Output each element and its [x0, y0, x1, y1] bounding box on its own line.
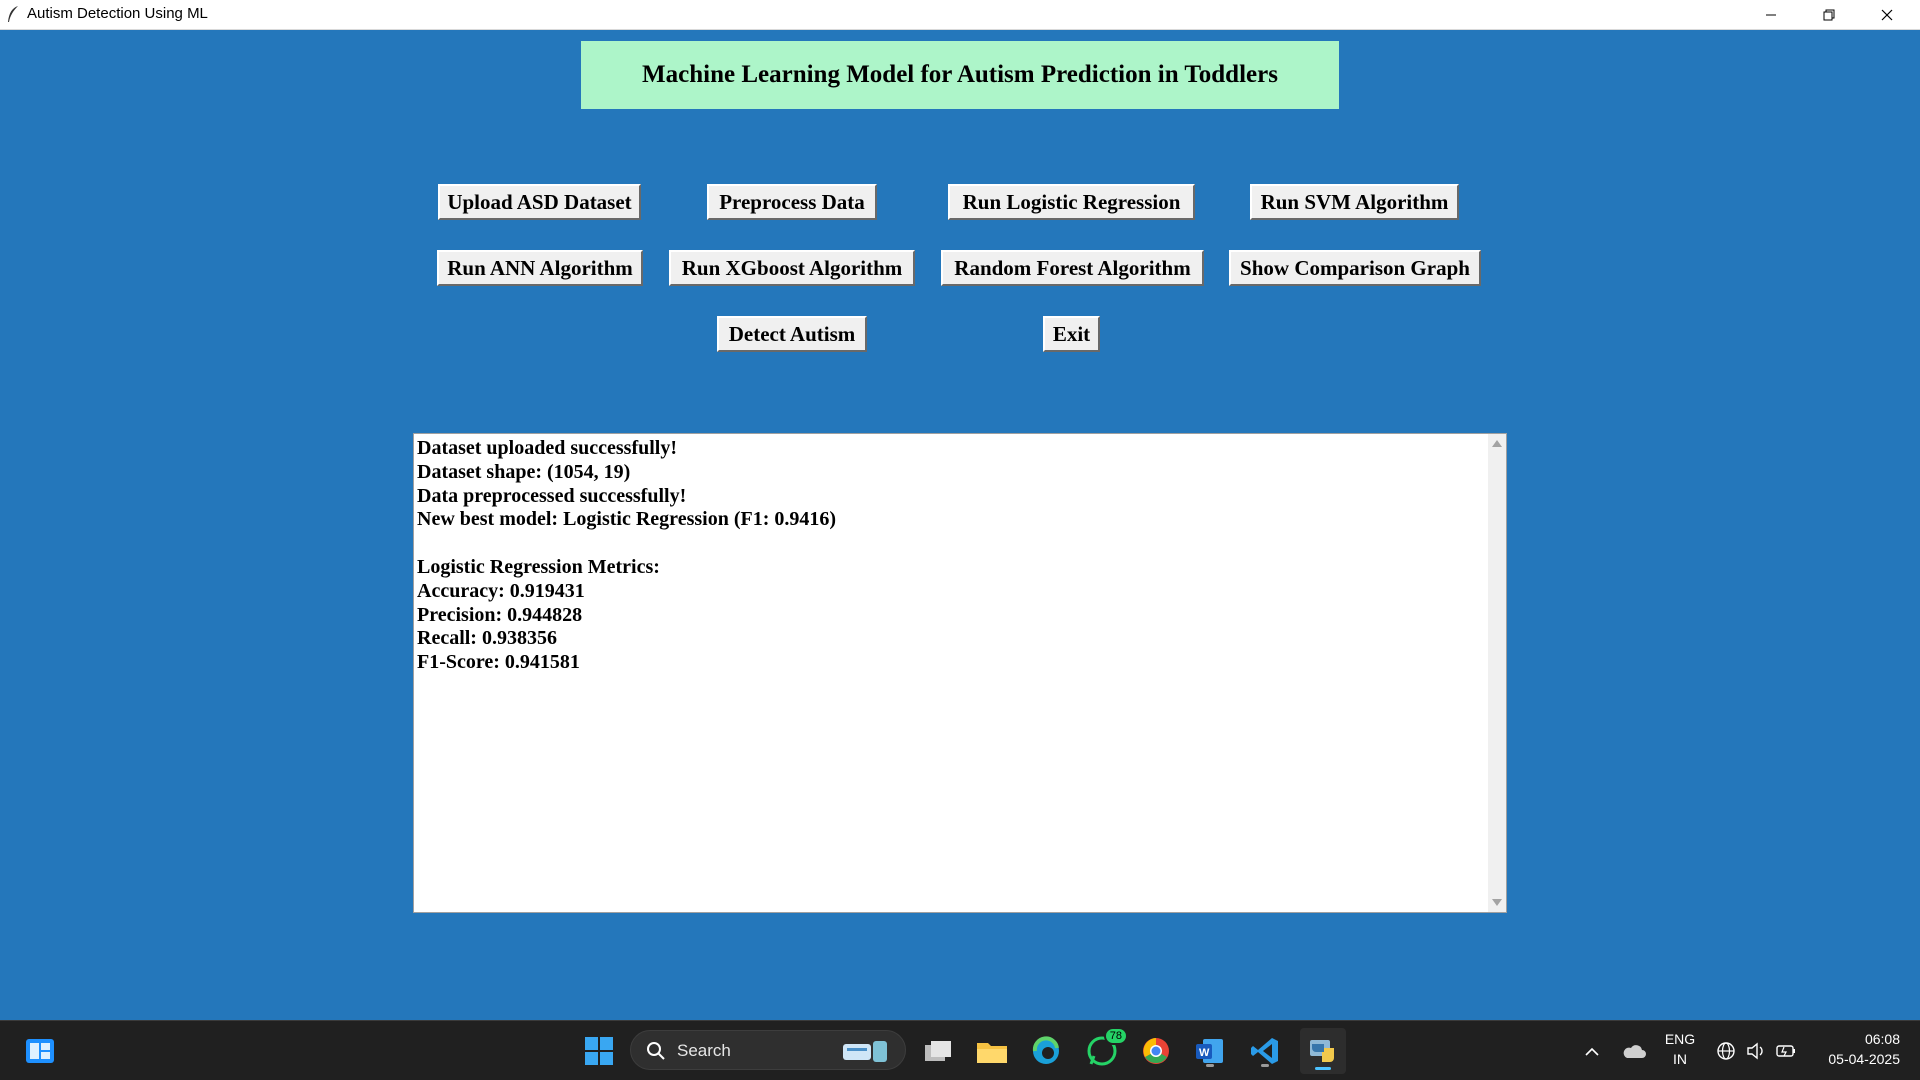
start-icon[interactable] — [579, 1031, 619, 1071]
output-line: New best model: Logistic Regression (F1:… — [417, 508, 837, 531]
random-forest-button[interactable]: Random Forest Algorithm — [941, 250, 1204, 286]
word-icon[interactable]: W — [1190, 1031, 1230, 1071]
output-line: Data preprocessed successfully! — [417, 484, 687, 507]
run-logistic-regression-button[interactable]: Run Logistic Regression — [948, 184, 1195, 220]
running-indicator — [1261, 1064, 1269, 1067]
search-label: Search — [677, 1041, 731, 1060]
restore-icon — [1823, 9, 1835, 20]
whatsapp-badge: 78 — [1103, 1027, 1128, 1045]
app-client-area: Machine Learning Model for Autism Predic… — [0, 30, 1920, 1020]
window-titlebar: Autism Detection Using ML — [0, 0, 1920, 30]
feather-icon — [8, 6, 18, 22]
restore-button[interactable] — [1800, 0, 1858, 29]
file-explorer-icon[interactable] — [972, 1031, 1012, 1071]
search-icon — [647, 1042, 665, 1060]
search-highlight-icon — [843, 1041, 887, 1062]
clock-time[interactable]: 06:08 — [1810, 1031, 1900, 1047]
output-line: Accuracy: 0.919431 — [417, 579, 585, 602]
vscode-icon[interactable] — [1245, 1031, 1285, 1071]
output-line: Recall: 0.938356 — [417, 627, 557, 650]
exit-button[interactable]: Exit — [1043, 316, 1100, 352]
run-xgboost-button[interactable]: Run XGboost Algorithm — [669, 250, 915, 286]
widgets-icon[interactable] — [20, 1031, 60, 1071]
page-title: Machine Learning Model for Autism Predic… — [581, 41, 1339, 109]
running-indicator — [1206, 1064, 1214, 1067]
detect-autism-button[interactable]: Detect Autism — [717, 316, 867, 352]
output-line: Dataset uploaded successfully! — [417, 437, 678, 459]
whatsapp-icon[interactable]: 78 — [1082, 1027, 1128, 1071]
scroll-down-icon[interactable] — [1492, 899, 1502, 906]
edge-browser-icon[interactable] — [1026, 1031, 1066, 1071]
output-line: F1-Score: 0.941581 — [417, 651, 580, 674]
python-app-icon[interactable] — [1300, 1028, 1346, 1074]
active-indicator — [1315, 1067, 1331, 1070]
region-label[interactable]: IN — [1658, 1051, 1702, 1067]
battery-icon[interactable] — [1768, 1031, 1804, 1071]
upload-dataset-button[interactable]: Upload ASD Dataset — [438, 184, 641, 220]
minimize-button[interactable] — [1742, 0, 1800, 29]
output-line: Precision: 0.944828 — [417, 603, 583, 626]
minimize-icon — [1766, 14, 1776, 15]
vertical-scrollbar[interactable] — [1488, 434, 1506, 912]
preprocess-data-button[interactable]: Preprocess Data — [707, 184, 877, 220]
output-text[interactable]: Dataset uploaded successfully! Dataset s… — [415, 434, 1488, 912]
clock-date[interactable]: 05-04-2025 — [1810, 1051, 1900, 1067]
output-line: Dataset shape: (1054, 19) — [417, 460, 631, 483]
chrome-icon[interactable] — [1136, 1031, 1176, 1071]
run-ann-button[interactable]: Run ANN Algorithm — [437, 250, 643, 286]
task-view-icon[interactable] — [918, 1031, 958, 1071]
taskbar: Search 78 W ENG IN 06:08 05-04-2025 — [0, 1020, 1920, 1080]
scroll-up-icon[interactable] — [1492, 440, 1502, 447]
run-svm-button[interactable]: Run SVM Algorithm — [1250, 184, 1459, 220]
chevron-up-icon[interactable] — [1572, 1031, 1612, 1071]
close-icon — [1881, 9, 1893, 20]
taskbar-search-box[interactable]: Search — [630, 1030, 906, 1070]
onedrive-icon[interactable] — [1614, 1031, 1654, 1071]
svg-text:W: W — [1199, 1047, 1210, 1059]
language-label[interactable]: ENG — [1658, 1031, 1702, 1047]
window-title: Autism Detection Using ML — [27, 5, 208, 22]
output-line: Logistic Regression Metrics: — [417, 555, 660, 578]
output-text-area[interactable]: Dataset uploaded successfully! Dataset s… — [413, 433, 1507, 913]
show-comparison-graph-button[interactable]: Show Comparison Graph — [1229, 250, 1481, 286]
close-button[interactable] — [1858, 0, 1916, 29]
